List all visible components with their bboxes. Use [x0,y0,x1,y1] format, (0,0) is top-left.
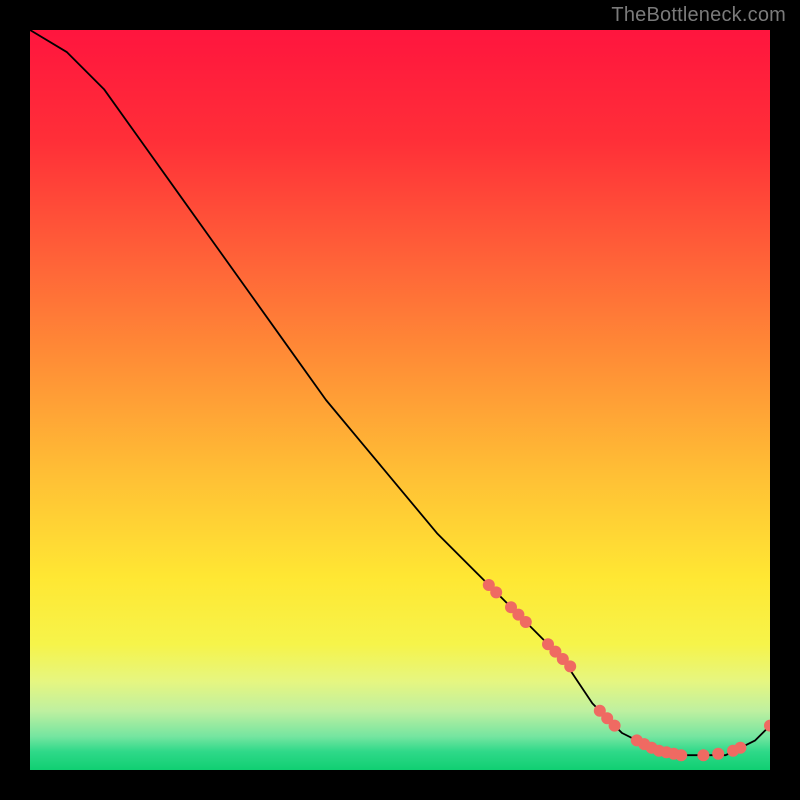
highlight-dot [520,616,532,628]
chart-stage: TheBottleneck.com [0,0,800,800]
highlight-dot [675,749,687,761]
watermark-text: TheBottleneck.com [611,4,786,27]
highlight-dot [712,748,724,760]
highlight-dot [564,660,576,672]
highlight-dot [734,742,746,754]
plot-area [30,30,770,770]
highlight-dot [609,720,621,732]
plot-svg [30,30,770,770]
highlight-dot [697,749,709,761]
highlight-dot [490,586,502,598]
